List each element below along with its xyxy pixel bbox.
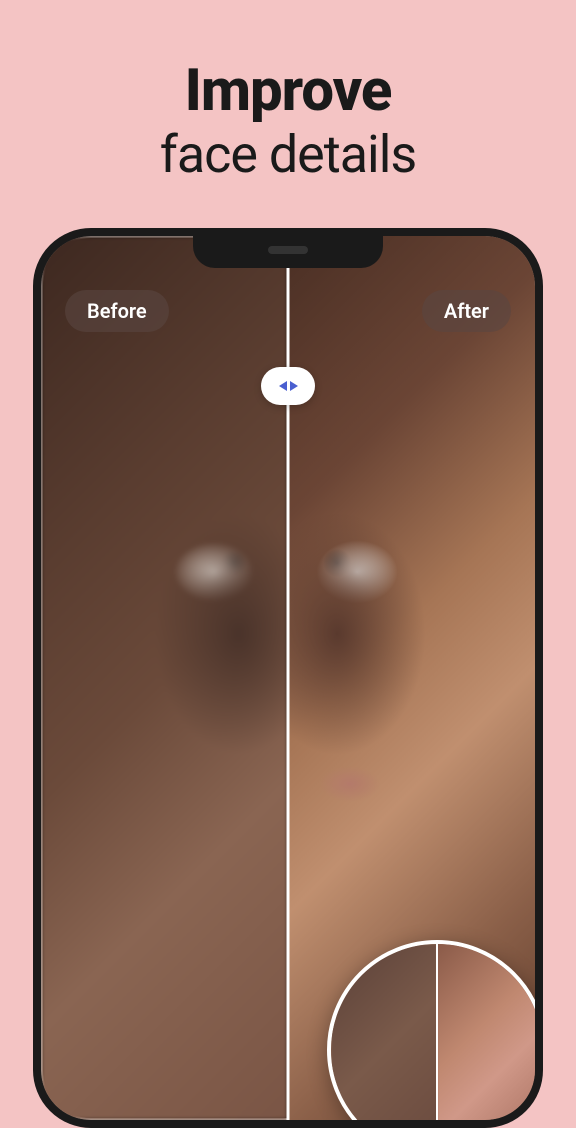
phone-mockup: Before After [33, 228, 543, 1128]
before-badge: Before [65, 290, 169, 332]
comparison-slider-handle[interactable] [261, 367, 315, 405]
zoom-divider [436, 944, 438, 1128]
headline-light: face details [0, 124, 576, 186]
arrow-right-icon [290, 381, 298, 391]
arrow-left-icon [279, 381, 287, 391]
headline: Improve face details [0, 0, 576, 186]
phone-notch [268, 246, 308, 254]
headline-bold: Improve [0, 60, 576, 124]
zoom-before [331, 944, 437, 1128]
before-image [41, 236, 288, 1120]
zoom-detail-circle [327, 940, 543, 1128]
after-badge: After [422, 290, 511, 332]
